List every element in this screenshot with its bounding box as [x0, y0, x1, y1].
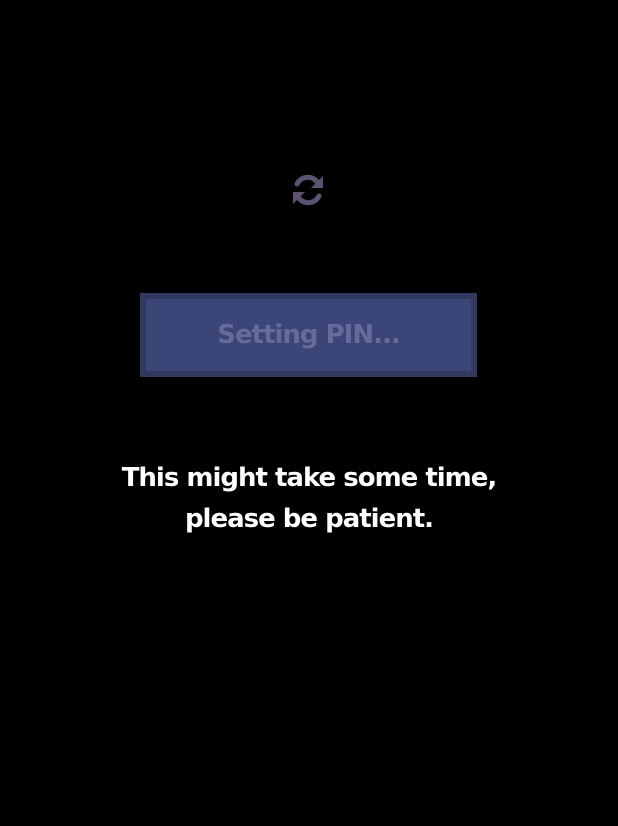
- patience-message-line-1: This might take some time,: [121, 463, 498, 493]
- patience-message: This might take some time, please be pat…: [0, 458, 618, 540]
- patience-message-line-2: please be patient.: [184, 504, 434, 534]
- setting-pin-button: Setting PIN...: [140, 293, 477, 377]
- refresh-icon-graphic: [293, 174, 323, 206]
- refresh-icon: [288, 170, 328, 210]
- setting-pin-label: Setting PIN...: [217, 320, 400, 350]
